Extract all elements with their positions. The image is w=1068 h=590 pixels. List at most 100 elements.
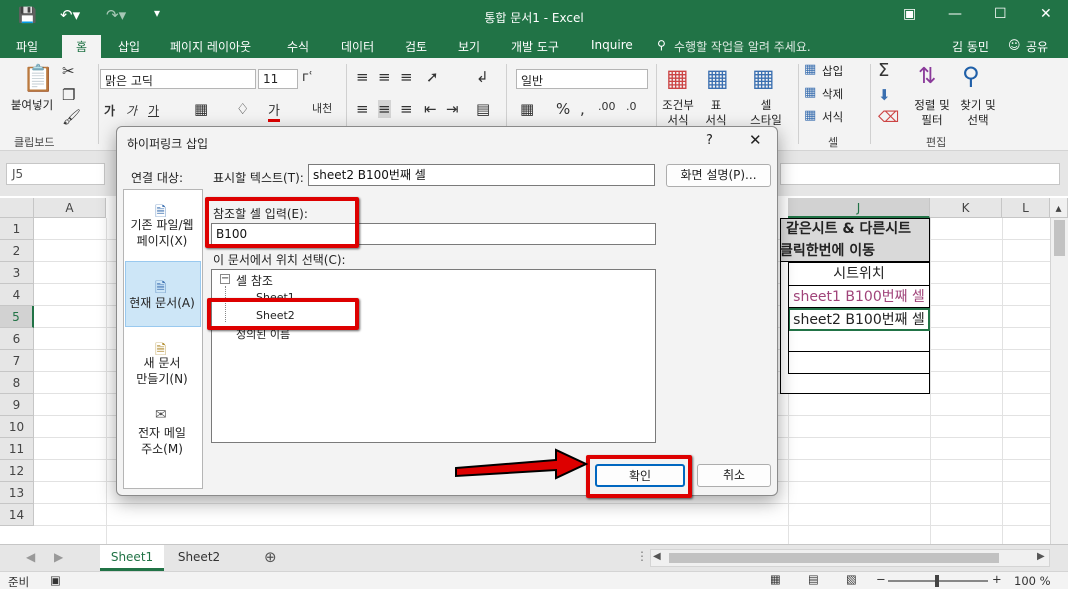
zoom-slider-thumb[interactable]	[935, 575, 939, 587]
clear-icon[interactable]: ⌫	[878, 108, 899, 126]
wrap-text-icon[interactable]: ↲	[476, 68, 489, 86]
link-type-new-document[interactable]: 새 문서 만들기(N)	[123, 355, 201, 387]
align-top-icon[interactable]: ≡	[356, 68, 369, 86]
zoom-in-icon[interactable]: +	[992, 572, 1002, 586]
tab-home[interactable]: 홈	[62, 35, 102, 58]
normal-view-icon[interactable]: ▦	[770, 572, 781, 586]
link-type-email[interactable]: 전자 메일 주소(M)	[123, 425, 201, 457]
font-color-icon[interactable]: 가	[268, 100, 280, 122]
find-select-icon[interactable]: ⚲	[962, 62, 980, 90]
insert-cells-button[interactable]: 삽입	[822, 64, 843, 79]
cell-j1[interactable]: 같은시트 & 다른시트	[765, 218, 925, 240]
cell-j3[interactable]: 시트위치	[788, 263, 930, 285]
cell-j4[interactable]: sheet1 B100번째 셀	[788, 286, 930, 308]
new-sheet-icon[interactable]: ⊕	[264, 548, 277, 566]
row-header[interactable]: 8	[0, 372, 34, 394]
row-header[interactable]: 7	[0, 350, 34, 372]
table-format-icon[interactable]: ▦	[706, 64, 729, 92]
fill-color-icon[interactable]: ♢	[236, 100, 249, 118]
grow-font-icon[interactable]: гʿ	[302, 70, 313, 85]
format-painter-icon[interactable]: 🖌	[62, 108, 81, 126]
borders-icon[interactable]: ▦	[194, 100, 208, 118]
bold-icon[interactable]: 가	[104, 102, 115, 119]
align-center-icon[interactable]: ≡	[378, 100, 391, 118]
align-left-icon[interactable]: ≡	[356, 100, 369, 118]
format-cells-button[interactable]: 서식	[822, 110, 843, 125]
row-header[interactable]: 13	[0, 482, 34, 504]
decrease-decimal-icon[interactable]: .0	[626, 100, 637, 113]
place-tree[interactable]: − 셀 참조 Sheet1 Sheet2 정의된 이름	[211, 269, 656, 443]
comma-icon[interactable]: ,	[580, 100, 585, 118]
row-header[interactable]: 14	[0, 504, 34, 526]
user-name[interactable]: 김 동민	[952, 38, 989, 55]
link-type-current-document[interactable]: 현재 문서(A)	[123, 295, 201, 311]
align-bottom-icon[interactable]: ≡	[400, 68, 413, 86]
paste-button-label[interactable]: 붙여넣기	[4, 98, 60, 113]
row-header[interactable]: 3	[0, 262, 34, 284]
row-header[interactable]: 11	[0, 438, 34, 460]
ribbon-display-icon[interactable]: ▣	[903, 6, 916, 22]
italic-icon[interactable]: 가	[126, 102, 137, 119]
share-button[interactable]: 공유	[1026, 38, 1048, 55]
tab-review[interactable]: 검토	[405, 38, 427, 55]
cell-style-button[interactable]: 셀 스타일	[740, 98, 792, 128]
tell-me-search[interactable]: 수행할 작업을 알려 주세요.	[674, 38, 811, 55]
fill-icon[interactable]: ⬇	[878, 86, 891, 104]
phonetic-icon[interactable]: 내​천	[312, 100, 332, 116]
tab-insert[interactable]: 삽입	[118, 38, 140, 55]
align-right-icon[interactable]: ≡	[400, 100, 413, 118]
tab-formulas[interactable]: 수식	[287, 38, 309, 55]
decrease-indent-icon[interactable]: ⇤	[424, 100, 437, 118]
row-header[interactable]: 12	[0, 460, 34, 482]
tree-cell-reference[interactable]: 셀 참조	[236, 272, 273, 289]
tab-file[interactable]: 파일	[16, 38, 38, 55]
column-header-a[interactable]: A	[34, 198, 106, 218]
sort-filter-icon[interactable]: ⇅	[918, 64, 936, 89]
cell-j2[interactable]: 클릭한번에 이동	[765, 240, 925, 262]
sheet-tab-sheet1[interactable]: Sheet1	[100, 545, 164, 571]
autosum-icon[interactable]: Σ	[878, 60, 889, 81]
merge-center-icon[interactable]: ▤	[476, 100, 490, 118]
increase-indent-icon[interactable]: ⇥	[446, 100, 459, 118]
number-format-select[interactable]: 일반	[516, 69, 648, 89]
delete-cells-icon[interactable]: ▦	[804, 85, 816, 100]
display-text-input[interactable]: sheet2 B100번째 셀	[308, 164, 655, 186]
row-header[interactable]: 2	[0, 240, 34, 262]
row-header[interactable]: 10	[0, 416, 34, 438]
cancel-button[interactable]: 취소	[697, 464, 771, 487]
vertical-scrollbar[interactable]	[1050, 218, 1068, 544]
insert-cells-icon[interactable]: ▦	[804, 62, 816, 77]
horizontal-scrollbar[interactable]: ◀ ▶	[650, 549, 1050, 567]
horizontal-scroll-thumb[interactable]	[669, 553, 999, 563]
column-header-k[interactable]: K	[930, 198, 1002, 218]
link-type-existing-file[interactable]: 기존 파일/웹 페이지(X)	[123, 217, 201, 249]
close-icon[interactable]: ✕	[1040, 6, 1052, 22]
conditional-format-icon[interactable]: ▦	[666, 64, 689, 92]
dialog-close-icon[interactable]: ✕	[749, 131, 762, 149]
zoom-out-icon[interactable]: −	[876, 572, 886, 586]
copy-icon[interactable]: ❐	[62, 86, 75, 104]
formula-input[interactable]	[780, 163, 1060, 185]
font-size-select[interactable]: 11	[258, 69, 298, 89]
page-break-view-icon[interactable]: ▧	[846, 572, 857, 586]
zoom-level[interactable]: 100 %	[1014, 574, 1051, 588]
tab-view[interactable]: 보기	[458, 38, 480, 55]
next-sheet-icon[interactable]: ▶	[54, 550, 63, 564]
cell-j5-selected[interactable]: sheet2 B100번째 셀	[788, 308, 930, 331]
column-header-j[interactable]: J	[788, 198, 930, 218]
help-button[interactable]: ?	[706, 133, 713, 148]
find-select-button[interactable]: 찾기 및 선택	[952, 98, 1004, 128]
select-all-corner[interactable]	[0, 198, 34, 218]
prev-sheet-icon[interactable]: ◀	[26, 550, 35, 564]
scroll-right-icon[interactable]: ▶	[1037, 551, 1045, 562]
column-header-l[interactable]: L	[1002, 198, 1050, 218]
name-box[interactable]: J5	[6, 163, 105, 185]
row-header[interactable]: 9	[0, 394, 34, 416]
orientation-icon[interactable]: ➚	[426, 68, 439, 86]
percent-icon[interactable]: %	[556, 100, 570, 118]
row-header[interactable]: 6	[0, 328, 34, 350]
sheet-tab-sheet2[interactable]: Sheet2	[166, 545, 232, 571]
format-cells-icon[interactable]: ▦	[804, 108, 816, 123]
tab-inquire[interactable]: Inquire	[591, 38, 633, 52]
delete-cells-button[interactable]: 삭제	[822, 87, 843, 102]
